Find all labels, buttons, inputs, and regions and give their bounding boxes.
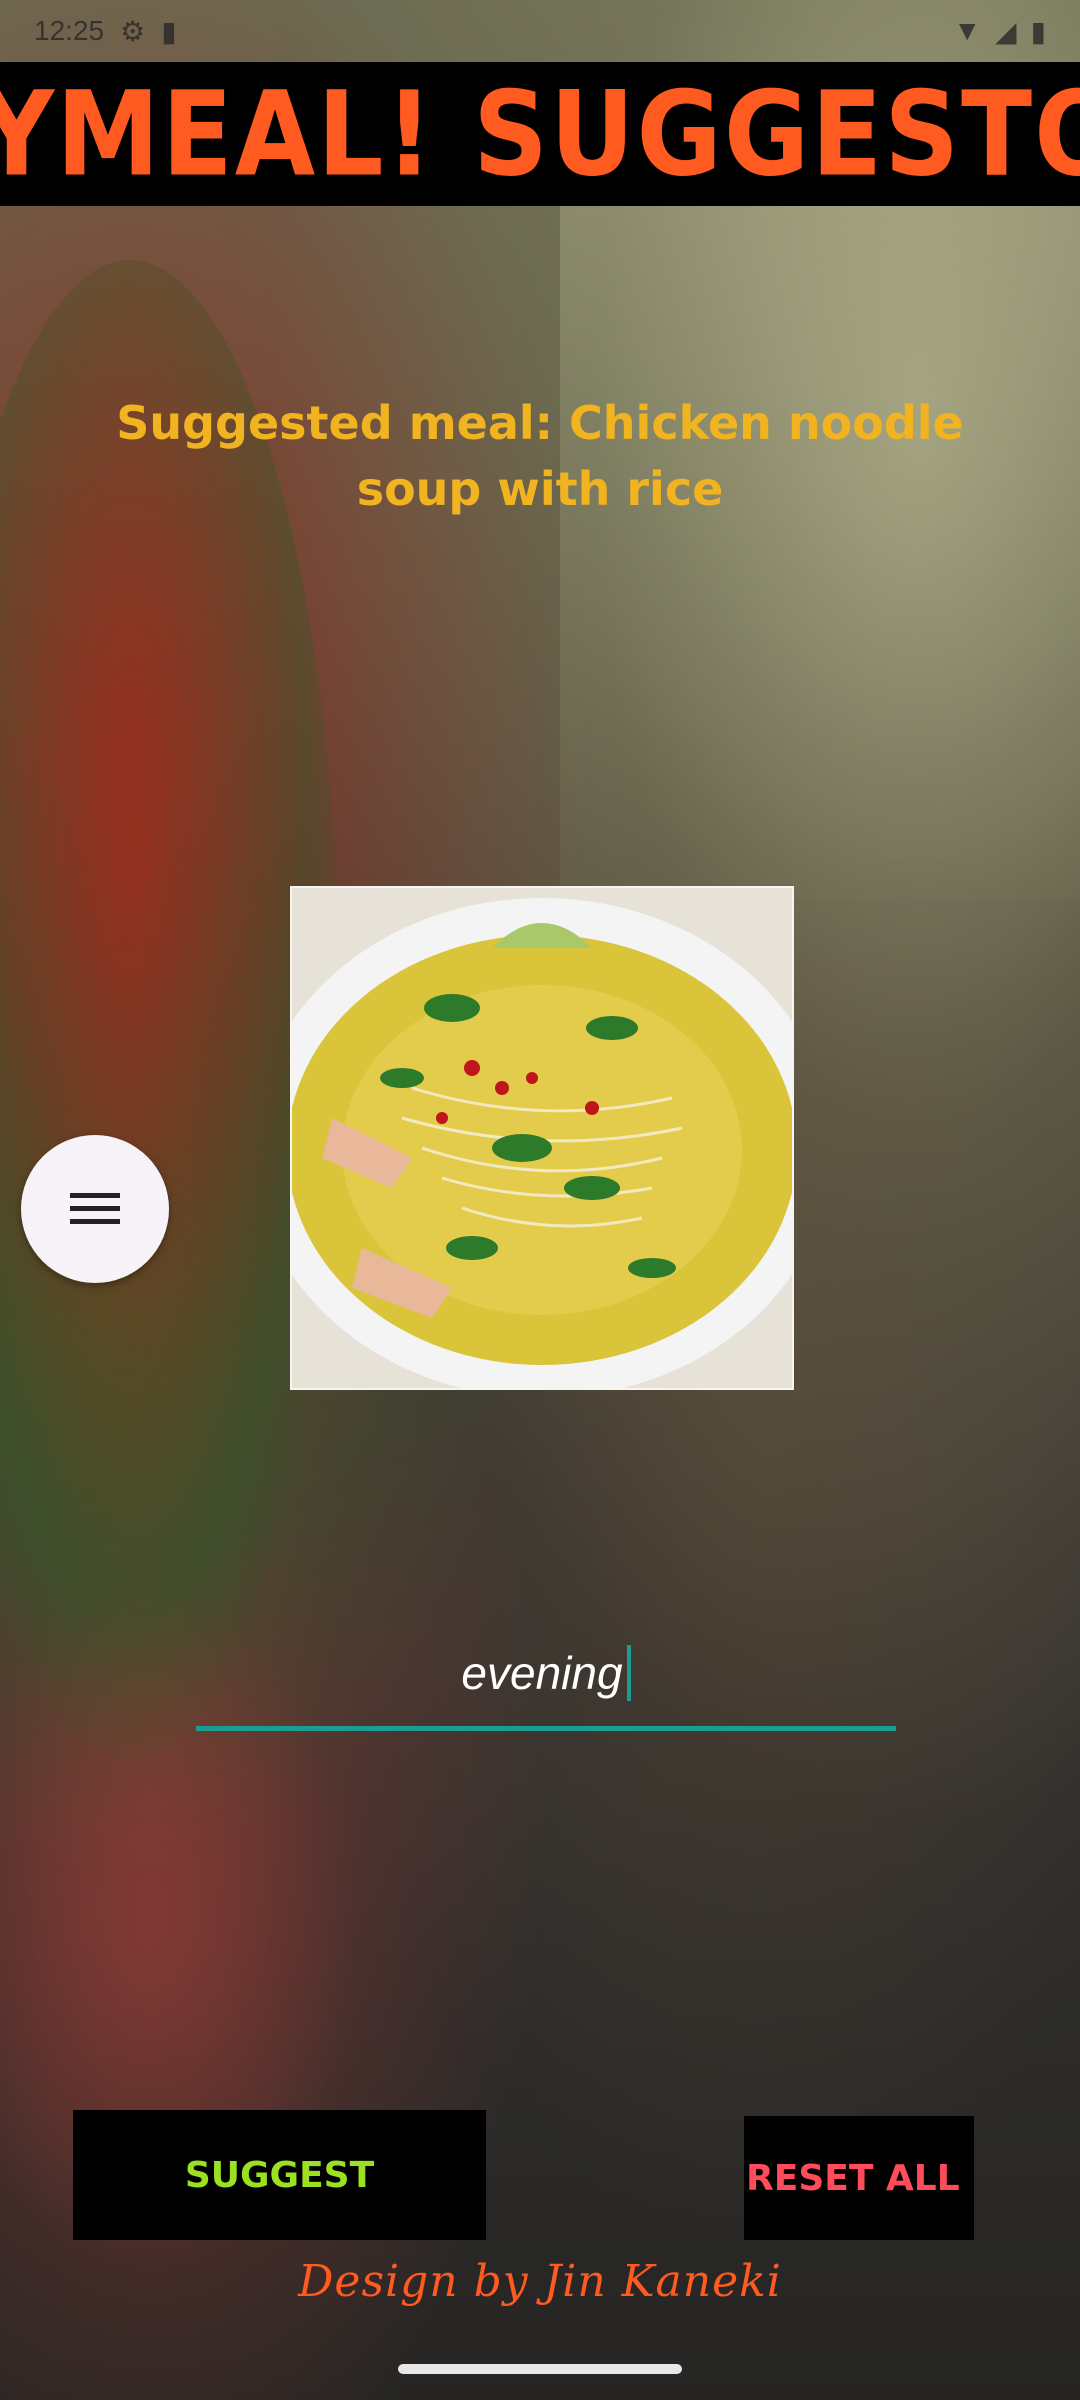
- reset-all-button[interactable]: RESET ALL: [744, 2116, 974, 2240]
- title-bar: MYMEAL! SUGGESTOR: [0, 62, 1080, 206]
- input-value: evening: [461, 1647, 623, 1699]
- app-title: MYMEAL! SUGGESTOR: [0, 65, 1080, 203]
- soup-bowl-illustration: [292, 888, 792, 1388]
- sim-icon: ▮: [161, 15, 177, 47]
- signal-icon: ◢: [995, 15, 1017, 47]
- app-screen: 12:25 ⚙ ▮ ▼ ◢ ▮ MYMEAL! SUGGESTOR Sugges…: [0, 0, 1080, 2400]
- suggested-meal-text: Suggested meal: Chicken noodle soup with…: [116, 396, 964, 516]
- time-of-day-input[interactable]: evening: [196, 1620, 896, 1731]
- text-cursor: [626, 1645, 631, 1701]
- meal-image: [290, 886, 794, 1390]
- settings-icon: ⚙: [120, 15, 146, 47]
- status-bar: 12:25 ⚙ ▮ ▼ ◢ ▮: [0, 0, 1080, 62]
- battery-icon: ▮: [1030, 15, 1046, 47]
- wifi-icon: ▼: [953, 15, 982, 46]
- suggest-button[interactable]: SUGGEST: [73, 2110, 486, 2240]
- designer-credit: Design by Jin Kaneki: [298, 2256, 782, 2307]
- hamburger-menu-icon: [70, 1193, 120, 1224]
- status-time: 12:25: [34, 15, 105, 46]
- home-indicator[interactable]: [398, 2364, 682, 2374]
- menu-button[interactable]: [21, 1135, 169, 1283]
